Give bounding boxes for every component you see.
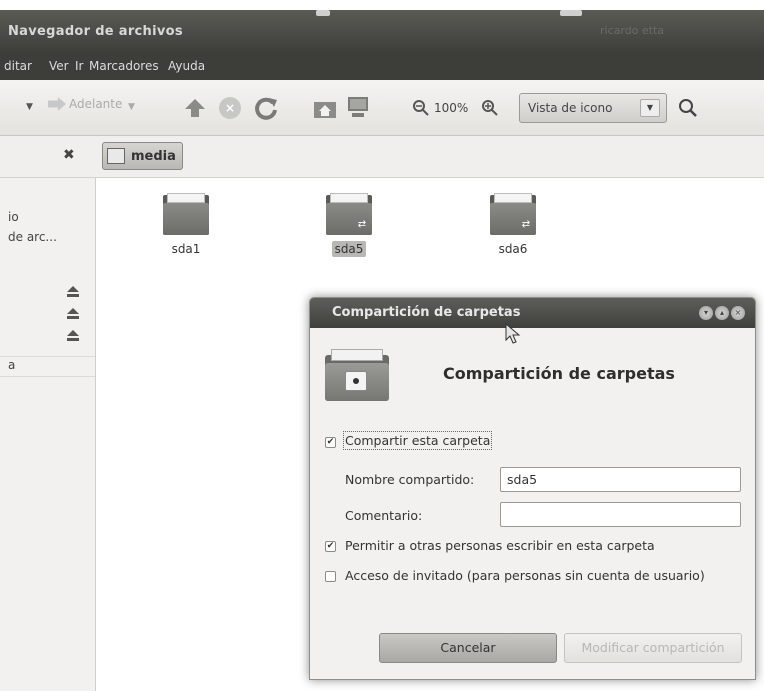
mouse-pointer-icon	[505, 323, 521, 344]
forward-button[interactable]: Adelante	[48, 97, 122, 111]
panel-tray-text: ricardo etta	[600, 24, 665, 37]
share-folder-label[interactable]: Compartir esta carpeta	[342, 431, 493, 450]
zoom-in-button[interactable]	[481, 99, 499, 117]
comment-label: Comentario:	[345, 508, 423, 523]
guest-access-label[interactable]: Acceso de invitado (para personas sin cu…	[345, 568, 705, 583]
sharing-dialog: Compartición de carpetas ▾ ▴ × Compartic…	[309, 297, 756, 680]
close-icon: ×	[734, 308, 742, 317]
computer-icon	[348, 97, 368, 117]
zoom-out-button[interactable]	[412, 99, 430, 117]
up-arrow-icon	[185, 99, 205, 117]
folder-icon	[163, 193, 209, 235]
home-button[interactable]	[313, 97, 337, 119]
folder-name: sda1	[171, 242, 201, 256]
home-folder-icon	[314, 102, 336, 118]
up-button[interactable]	[183, 97, 207, 119]
sidebar-separator	[0, 376, 95, 377]
stop-icon: ×	[219, 97, 241, 119]
reload-icon	[255, 97, 277, 120]
shared-folder-icon: ⇄	[490, 193, 536, 235]
allow-write-label[interactable]: Permitir a otras personas escribir en es…	[345, 538, 655, 553]
folder-sda6[interactable]: ⇄ sda6	[478, 193, 548, 257]
maximize-button[interactable]: ▴	[715, 306, 729, 320]
allow-write-checkbox[interactable]: ✔	[325, 541, 336, 552]
menu-ir[interactable]: Ir	[75, 59, 83, 73]
maximize-icon: ▴	[719, 308, 724, 317]
sidebar-separator	[0, 356, 95, 357]
close-sidebar-icon[interactable]: ✖	[63, 147, 75, 163]
menu-editar[interactable]: ditar	[4, 59, 32, 73]
forward-dropdown-icon[interactable]: ▼	[128, 102, 135, 112]
breadcrumb-media[interactable]: media	[102, 142, 183, 170]
panel-applet-icon	[316, 10, 330, 16]
dialog-heading: Compartición de carpetas	[443, 364, 675, 383]
eject-icon[interactable]	[67, 286, 79, 298]
comment-input[interactable]	[500, 502, 741, 527]
stop-button[interactable]: ×	[219, 97, 241, 119]
sidebar: io de arc... a	[0, 178, 96, 691]
share-folder-checkbox[interactable]: ✔	[325, 437, 336, 448]
sidebar-item-red[interactable]: a	[8, 358, 15, 372]
eject-icon[interactable]	[67, 308, 79, 320]
zoom-in-icon	[482, 100, 498, 116]
breadcrumb-label: media	[131, 148, 176, 164]
modify-share-button[interactable]: Modificar compartición	[564, 633, 742, 663]
panel-tray-icon	[560, 10, 582, 16]
menu-ayuda[interactable]: Ayuda	[168, 59, 205, 73]
folder-sda5[interactable]: ⇄ sda5	[314, 193, 384, 257]
share-name-label: Nombre compartido:	[345, 472, 475, 487]
view-mode-label: Vista de icono	[528, 101, 613, 115]
location-bar: ✖ media	[0, 136, 764, 178]
eject-icon[interactable]	[67, 330, 79, 342]
sidebar-item-filesystem[interactable]: de arc...	[8, 230, 57, 244]
drive-icon	[107, 148, 125, 164]
guest-access-checkbox[interactable]	[325, 571, 336, 582]
back-dropdown-icon[interactable]: ▼	[26, 102, 33, 112]
view-mode-select[interactable]: Vista de icono ▼	[519, 93, 667, 123]
folder-name: sda6	[498, 242, 528, 256]
cancel-button[interactable]: Cancelar	[379, 633, 557, 663]
search-button[interactable]	[678, 98, 698, 118]
reload-button[interactable]	[253, 95, 279, 121]
dialog-title: Compartición de carpetas	[332, 305, 521, 320]
share-name-input[interactable]	[500, 467, 741, 492]
toolbar: ▼ Adelante ▼ × 100% Vista de icono ▼	[0, 80, 764, 136]
close-button[interactable]: ×	[731, 306, 745, 320]
computer-button[interactable]	[346, 95, 370, 119]
shared-folder-icon	[325, 349, 389, 401]
shared-folder-icon: ⇄	[326, 193, 372, 235]
dialog-title-bar: Compartición de carpetas ▾ ▴ ×	[310, 298, 755, 328]
menu-ver[interactable]: Ver	[49, 59, 69, 73]
search-icon	[679, 99, 697, 117]
zoom-out-icon	[413, 100, 429, 116]
menu-bar: ditar Ver Ir Marcadores Ayuda	[0, 54, 764, 80]
zoom-level: 100%	[434, 101, 469, 115]
forward-arrow-icon	[48, 97, 66, 111]
folder-name: sda5	[331, 241, 367, 257]
folder-sda1[interactable]: sda1	[151, 193, 221, 257]
forward-label: Adelante	[69, 97, 123, 111]
title-bar: Navegador de archivos ricardo etta	[0, 10, 764, 54]
sidebar-item-escritorio[interactable]: io	[8, 210, 19, 224]
chevron-down-icon: ▼	[640, 99, 660, 117]
window-title: Navegador de archivos	[8, 24, 183, 39]
minimize-icon: ▾	[703, 308, 708, 317]
menu-marcadores[interactable]: Marcadores	[89, 59, 159, 73]
minimize-button[interactable]: ▾	[699, 306, 713, 320]
